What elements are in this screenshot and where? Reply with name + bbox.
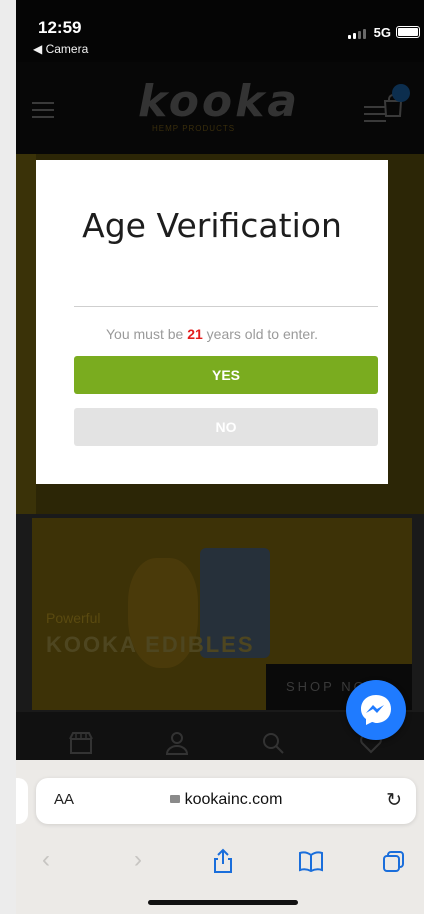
site-logo[interactable]: kooka	[138, 76, 300, 127]
signal-icon	[348, 29, 366, 39]
modal-title: Age Verification	[82, 206, 342, 245]
status-time: 12:59	[38, 18, 82, 37]
reload-icon[interactable]: ↻	[386, 789, 402, 812]
address-bar[interactable]: AA kookainc.com ↻	[36, 778, 416, 824]
banner-subtitle: Powerful	[46, 610, 101, 626]
safari-bottom-bar: AA kookainc.com ↻ ‹ ›	[16, 760, 424, 914]
tabs-icon[interactable]	[382, 850, 406, 874]
age-requirement: 21	[187, 326, 203, 342]
no-button[interactable]: NO	[74, 408, 378, 446]
bookmarks-icon[interactable]	[298, 850, 324, 872]
store-icon[interactable]	[68, 730, 94, 756]
screen-left-margin	[0, 0, 16, 914]
share-icon[interactable]	[212, 848, 234, 874]
network-label: 5G	[373, 25, 391, 40]
age-verification-modal: Age Verification You must be 21 years ol…	[36, 160, 388, 484]
url-display[interactable]: kookainc.com	[36, 791, 416, 809]
status-bar: 12:59 ◀ Camera 5G	[16, 0, 424, 62]
message-suffix: years old to enter.	[202, 326, 318, 342]
messenger-icon	[361, 695, 391, 725]
banner-title: KOOKA EDIBLES	[46, 632, 255, 657]
forward-icon[interactable]: ›	[134, 846, 142, 874]
search-icon[interactable]	[260, 730, 286, 756]
cart-count-badge	[392, 84, 410, 102]
back-icon[interactable]: ‹	[42, 846, 50, 874]
home-indicator[interactable]	[148, 900, 298, 905]
back-to-camera-link[interactable]: ◀ Camera	[33, 42, 88, 56]
account-icon[interactable]	[164, 730, 190, 756]
site-logo-subtitle: HEMP PRODUCTS	[152, 124, 236, 133]
url-text: kookainc.com	[184, 791, 283, 808]
messenger-chat-button[interactable]	[346, 680, 406, 740]
safari-toolbar: ‹ ›	[16, 846, 424, 886]
hero-edge	[16, 154, 36, 514]
site-header: kooka HEMP PRODUCTS	[16, 62, 424, 154]
previous-tab-preview[interactable]	[16, 778, 28, 824]
modal-message: You must be 21 years old to enter.	[36, 326, 388, 342]
modal-divider	[74, 306, 378, 307]
message-prefix: You must be	[106, 326, 188, 342]
battery-icon	[396, 26, 420, 38]
yes-button[interactable]: YES	[74, 356, 378, 394]
phone-screen: 12:59 ◀ Camera 5G kooka HEMP PRODUCTS Po…	[16, 0, 424, 914]
menu-icon[interactable]	[32, 102, 54, 123]
lock-icon	[169, 795, 180, 803]
